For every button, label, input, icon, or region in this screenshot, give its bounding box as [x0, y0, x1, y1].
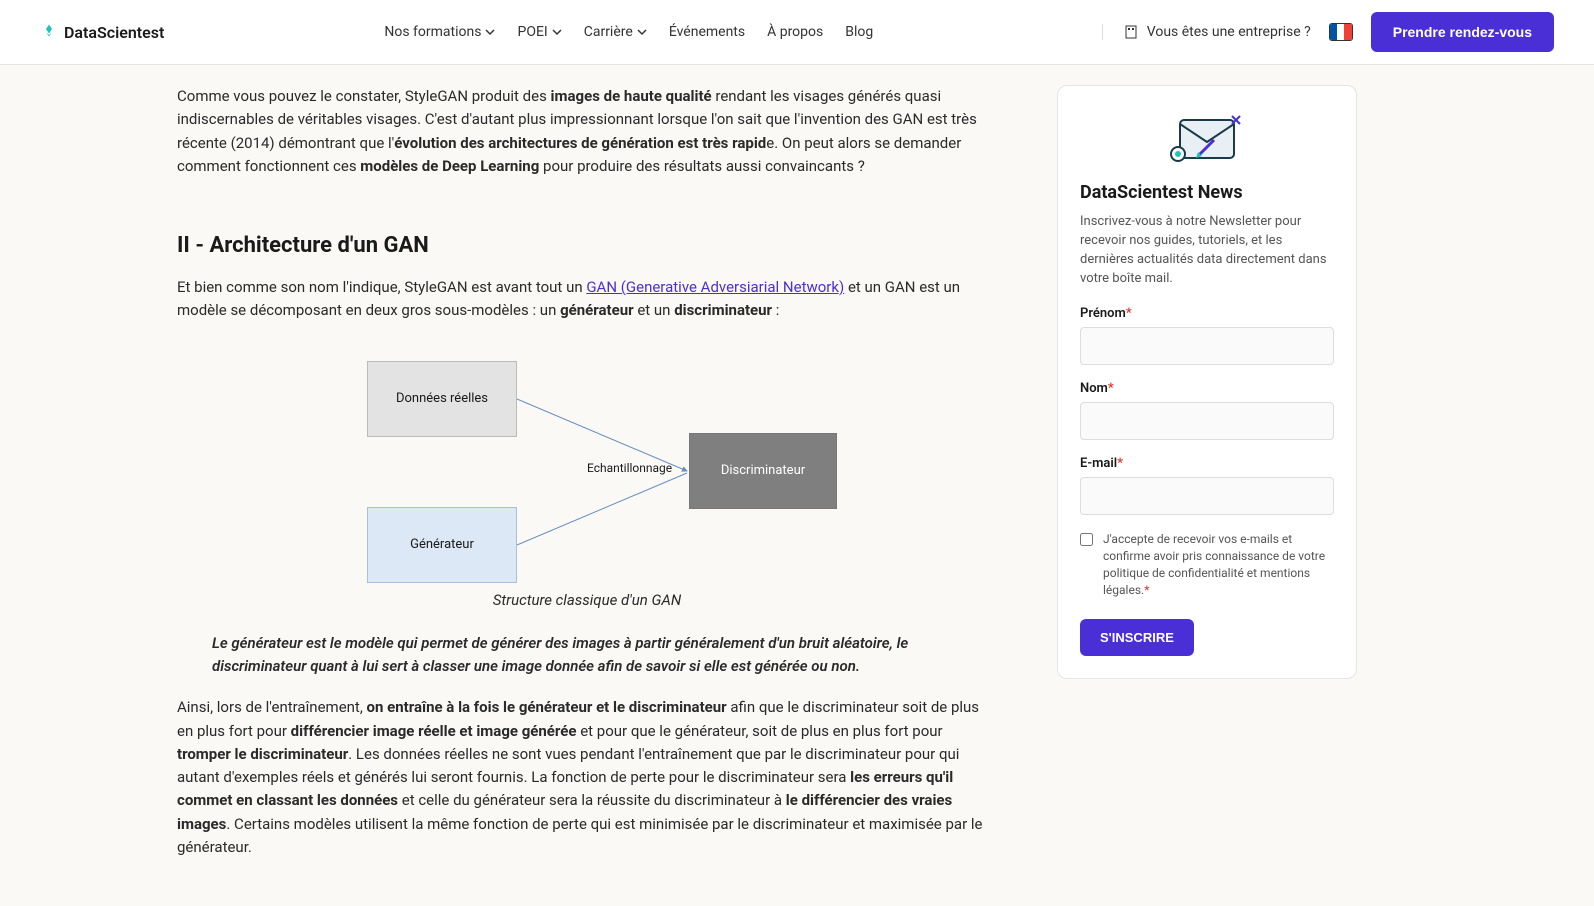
gan-link[interactable]: GAN (Generative Adversiarial Network) — [586, 278, 844, 296]
nav-evenements-label: Événements — [669, 24, 745, 40]
consent-checkbox[interactable] — [1080, 533, 1093, 546]
nom-input[interactable] — [1080, 402, 1334, 440]
chevron-down-icon — [637, 27, 647, 37]
chevron-down-icon — [552, 27, 562, 37]
paragraph-training: Ainsi, lors de l'entraînement, on entraî… — [177, 696, 997, 859]
article-content: Comme vous pouvez le constater, StyleGAN… — [177, 85, 997, 877]
envelope-icon — [1080, 108, 1334, 172]
nav-poei-label: POEI — [517, 24, 547, 40]
nav-carriere[interactable]: Carrière — [584, 24, 647, 40]
brand-name: DataScientest — [64, 23, 164, 42]
prenom-label: Prénom* — [1080, 306, 1334, 321]
nav-carriere-label: Carrière — [584, 24, 633, 40]
quote-block: Le générateur est le modèle qui permet d… — [177, 632, 997, 679]
logo-icon — [40, 23, 58, 41]
enterprise-label: Vous êtes une entreprise ? — [1147, 24, 1311, 40]
newsletter-desc: Inscrivez-vous à notre Newsletter pour r… — [1080, 213, 1334, 288]
main-nav: Nos formations POEI Carrière Événements … — [384, 24, 873, 40]
nav-evenements[interactable]: Événements — [669, 24, 745, 40]
nav-formations[interactable]: Nos formations — [384, 24, 495, 40]
email-label: E-mail* — [1080, 456, 1334, 471]
diagram-box-real-data: Données réelles — [367, 361, 517, 437]
site-header: DataScientest Nos formations POEI Carriè… — [0, 0, 1594, 65]
section-heading: II - Architecture d'un GAN — [177, 233, 997, 258]
paragraph-gan: Et bien comme son nom l'indique, StyleGA… — [177, 276, 997, 323]
prenom-input[interactable] — [1080, 327, 1334, 365]
nav-apropos[interactable]: À propos — [767, 24, 823, 40]
newsletter-card: DataScientest News Inscrivez-vous à notr… — [1057, 85, 1357, 679]
nav-formations-label: Nos formations — [384, 24, 481, 40]
language-flag-fr[interactable] — [1329, 23, 1353, 41]
nom-label: Nom* — [1080, 381, 1334, 396]
newsletter-title: DataScientest News — [1080, 182, 1334, 203]
chevron-down-icon — [485, 27, 495, 37]
email-input[interactable] — [1080, 477, 1334, 515]
nav-blog-label: Blog — [845, 24, 873, 40]
consent-label: J'accepte de recevoir vos e-mails et con… — [1103, 531, 1334, 598]
diagram-box-generator: Générateur — [367, 507, 517, 583]
nav-poei[interactable]: POEI — [517, 24, 561, 40]
building-icon — [1123, 24, 1139, 40]
cta-button[interactable]: Prendre rendez-vous — [1371, 12, 1554, 52]
gan-diagram: Données réelles Générateur Discriminateu… — [337, 353, 837, 583]
nav-blog[interactable]: Blog — [845, 24, 873, 40]
diagram-label-sampling: Echantillonnage — [587, 461, 672, 475]
brand-logo[interactable]: DataScientest — [40, 23, 164, 42]
paragraph-intro: Comme vous pouvez le constater, StyleGAN… — [177, 85, 997, 178]
enterprise-link[interactable]: Vous êtes une entreprise ? — [1102, 24, 1311, 40]
sidebar: DataScientest News Inscrivez-vous à notr… — [1057, 85, 1357, 877]
diagram-box-discriminator: Discriminateur — [689, 433, 837, 509]
subscribe-button[interactable]: S'INSCRIRE — [1080, 619, 1194, 656]
nav-apropos-label: À propos — [767, 24, 823, 40]
diagram-caption: Structure classique d'un GAN — [177, 589, 997, 612]
